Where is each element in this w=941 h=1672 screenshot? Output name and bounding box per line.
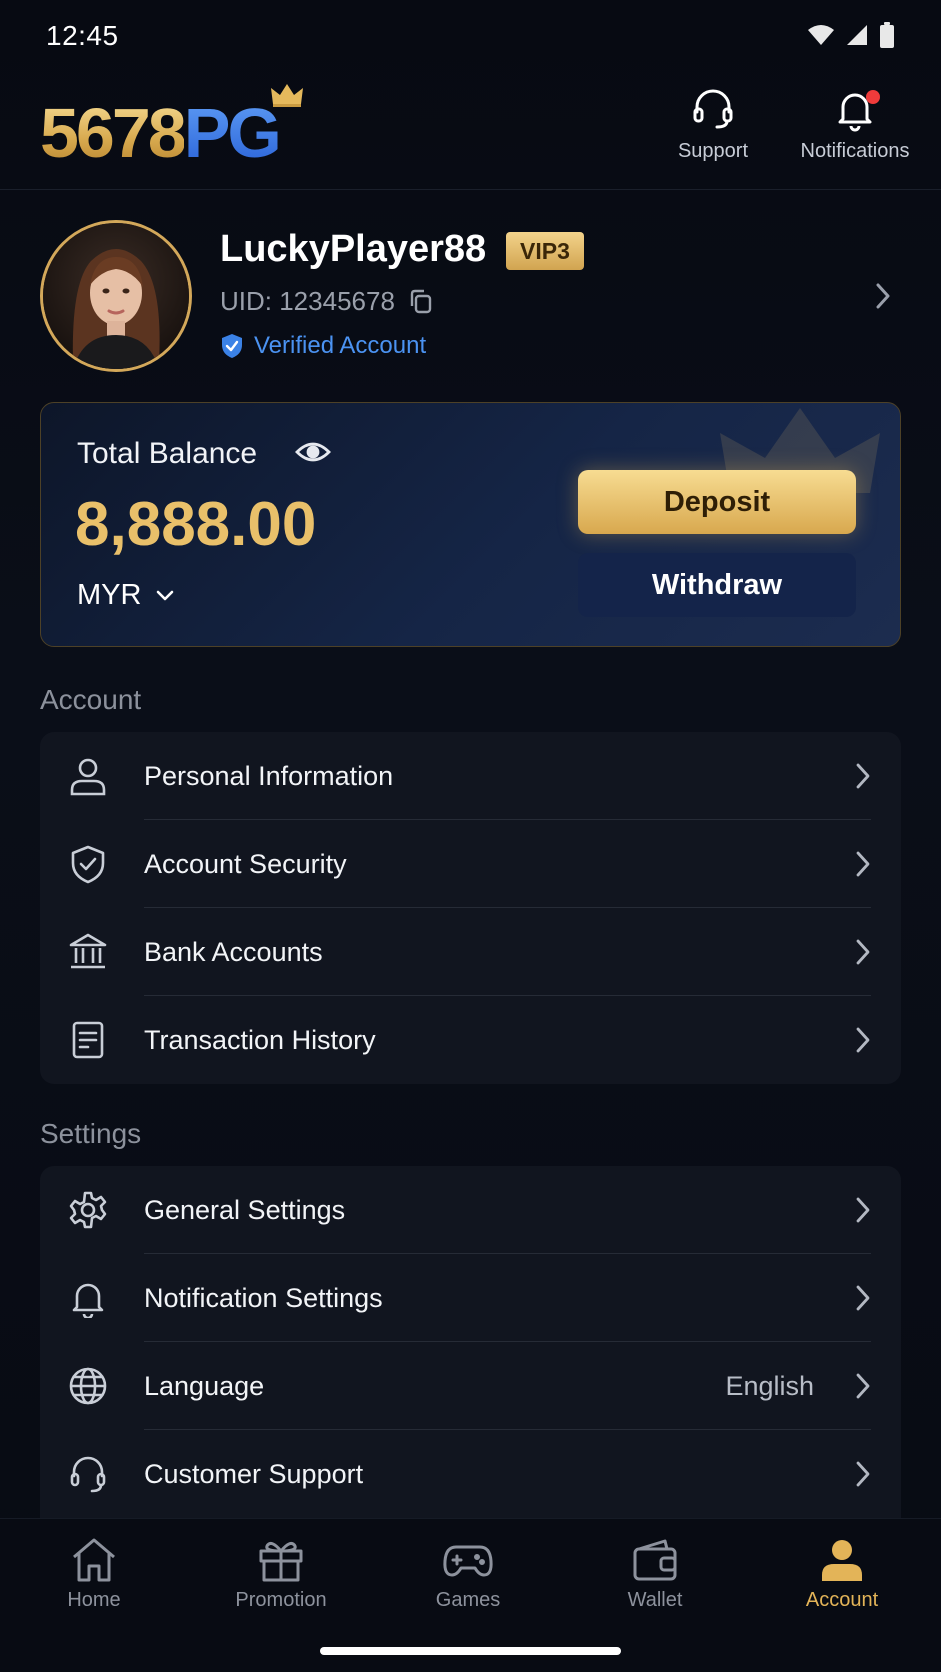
- notification-dot: [866, 90, 880, 104]
- wallet-icon: [633, 1539, 677, 1581]
- chevron-right-icon: [856, 1197, 870, 1223]
- balance-amount: 8,888.00: [75, 490, 317, 559]
- menu-item-language[interactable]: Language English: [40, 1342, 901, 1430]
- eye-icon[interactable]: [295, 439, 331, 465]
- gear-icon: [69, 1191, 107, 1229]
- chevron-right-icon: [856, 1285, 870, 1311]
- status-bar: 12:45: [0, 0, 941, 70]
- verified-text: Verified Account: [254, 332, 427, 359]
- brand-logo[interactable]: 5678 PG: [40, 84, 303, 172]
- notifications-label: Notifications: [800, 140, 910, 162]
- gift-icon: [259, 1541, 303, 1582]
- home-icon: [73, 1538, 115, 1582]
- globe-icon: [69, 1367, 107, 1405]
- shield-check-icon: [71, 845, 105, 884]
- menu-item-account-security[interactable]: Account Security: [40, 820, 901, 908]
- document-icon: [72, 1021, 104, 1059]
- signal-icon: [847, 25, 867, 45]
- headset-icon: [693, 89, 733, 129]
- chevron-right-icon: [856, 851, 870, 877]
- menu-item-label: Customer Support: [144, 1458, 364, 1489]
- account-icon: [822, 1540, 862, 1581]
- menu-item-label: General Settings: [144, 1194, 346, 1225]
- chevron-right-icon: [856, 1461, 870, 1487]
- nav-home-label: Home: [67, 1589, 121, 1611]
- support-label: Support: [677, 140, 749, 162]
- menu-item-transaction-history[interactable]: Transaction History: [40, 996, 901, 1084]
- chevron-right-icon: [856, 1027, 870, 1053]
- menu-item-label: Bank Accounts: [144, 936, 323, 967]
- account-screen: 12:45 5678 PG Support Notifications Luck…: [0, 0, 941, 1672]
- verified-shield-icon: [222, 334, 242, 358]
- balance-card: Total Balance 8,888.00 MYR Deposit Withd…: [40, 402, 901, 647]
- vip-badge: VIP3: [506, 232, 584, 270]
- avatar-portrait: [43, 223, 189, 369]
- logo-number: 5678: [40, 94, 187, 172]
- menu-item-label: Transaction History: [144, 1024, 376, 1055]
- menu-item-personal-information[interactable]: Personal Information: [40, 732, 901, 820]
- bank-icon: [69, 933, 107, 969]
- menu-item-label: Personal Information: [144, 760, 394, 791]
- nav-account-label: Account: [805, 1589, 879, 1611]
- nav-home[interactable]: Home: [24, 1537, 164, 1612]
- verified-row: Verified Account: [220, 332, 426, 360]
- nav-games-label: Games: [435, 1589, 501, 1611]
- balance-label: Total Balance: [77, 437, 258, 470]
- username: LuckyPlayer88: [220, 228, 487, 270]
- status-time: 12:45: [46, 20, 119, 51]
- bell-icon: [72, 1283, 104, 1318]
- nav-promotion[interactable]: Promotion: [211, 1537, 351, 1612]
- menu-item-notification-settings[interactable]: Notification Settings: [40, 1254, 901, 1342]
- wifi-icon: [808, 25, 834, 45]
- copy-icon[interactable]: [409, 289, 433, 315]
- profile-summary[interactable]: LuckyPlayer88 VIP3 UID: 12345678 Verifie…: [40, 220, 901, 372]
- avatar[interactable]: [40, 220, 192, 372]
- chevron-right-icon: [856, 1373, 870, 1399]
- account-menu: Personal Information Account Security Ba…: [40, 732, 901, 1084]
- nav-promotion-label: Promotion: [235, 1589, 327, 1611]
- headset-icon: [70, 1456, 106, 1493]
- status-icons: [807, 22, 895, 48]
- account-section-title: Account: [40, 684, 142, 715]
- chevron-right-icon: [856, 939, 870, 965]
- nav-account[interactable]: Account: [772, 1537, 912, 1612]
- logo-pg: PG: [183, 94, 282, 172]
- chevron-right-icon: [876, 283, 890, 309]
- nav-wallet-label: Wallet: [627, 1589, 683, 1611]
- withdraw-button[interactable]: Withdraw: [578, 553, 856, 617]
- settings-section-title: Settings: [40, 1118, 142, 1149]
- nav-wallet[interactable]: Wallet: [585, 1537, 725, 1612]
- settings-menu: General Settings Notification Settings L…: [40, 1166, 901, 1518]
- chevron-down-icon: [157, 590, 174, 600]
- app-header: 5678 PG Support Notifications: [0, 70, 941, 190]
- uid-row: UID: 12345678: [220, 286, 433, 317]
- support-button[interactable]: Support: [674, 86, 752, 163]
- menu-item-bank-accounts[interactable]: Bank Accounts: [40, 908, 901, 996]
- menu-item-label: Language: [144, 1370, 265, 1401]
- notifications-button[interactable]: Notifications: [792, 86, 918, 163]
- deposit-button[interactable]: Deposit: [578, 470, 856, 534]
- menu-item-label: Account Security: [144, 848, 347, 879]
- chevron-right-icon: [856, 763, 870, 789]
- currency-text: MYR: [77, 579, 142, 611]
- language-value: English: [725, 1370, 814, 1401]
- battery-icon: [880, 22, 894, 48]
- menu-item-general-settings[interactable]: General Settings: [40, 1166, 901, 1254]
- gamepad-icon: [443, 1545, 493, 1577]
- uid-text: UID: 12345678: [220, 286, 395, 316]
- person-icon: [70, 758, 106, 796]
- nav-games[interactable]: Games: [398, 1537, 538, 1612]
- home-indicator: [320, 1647, 621, 1655]
- currency-selector[interactable]: MYR: [77, 579, 175, 612]
- crown-icon: [271, 84, 303, 107]
- menu-item-customer-support[interactable]: Customer Support: [40, 1430, 901, 1518]
- menu-item-label: Notification Settings: [144, 1282, 383, 1313]
